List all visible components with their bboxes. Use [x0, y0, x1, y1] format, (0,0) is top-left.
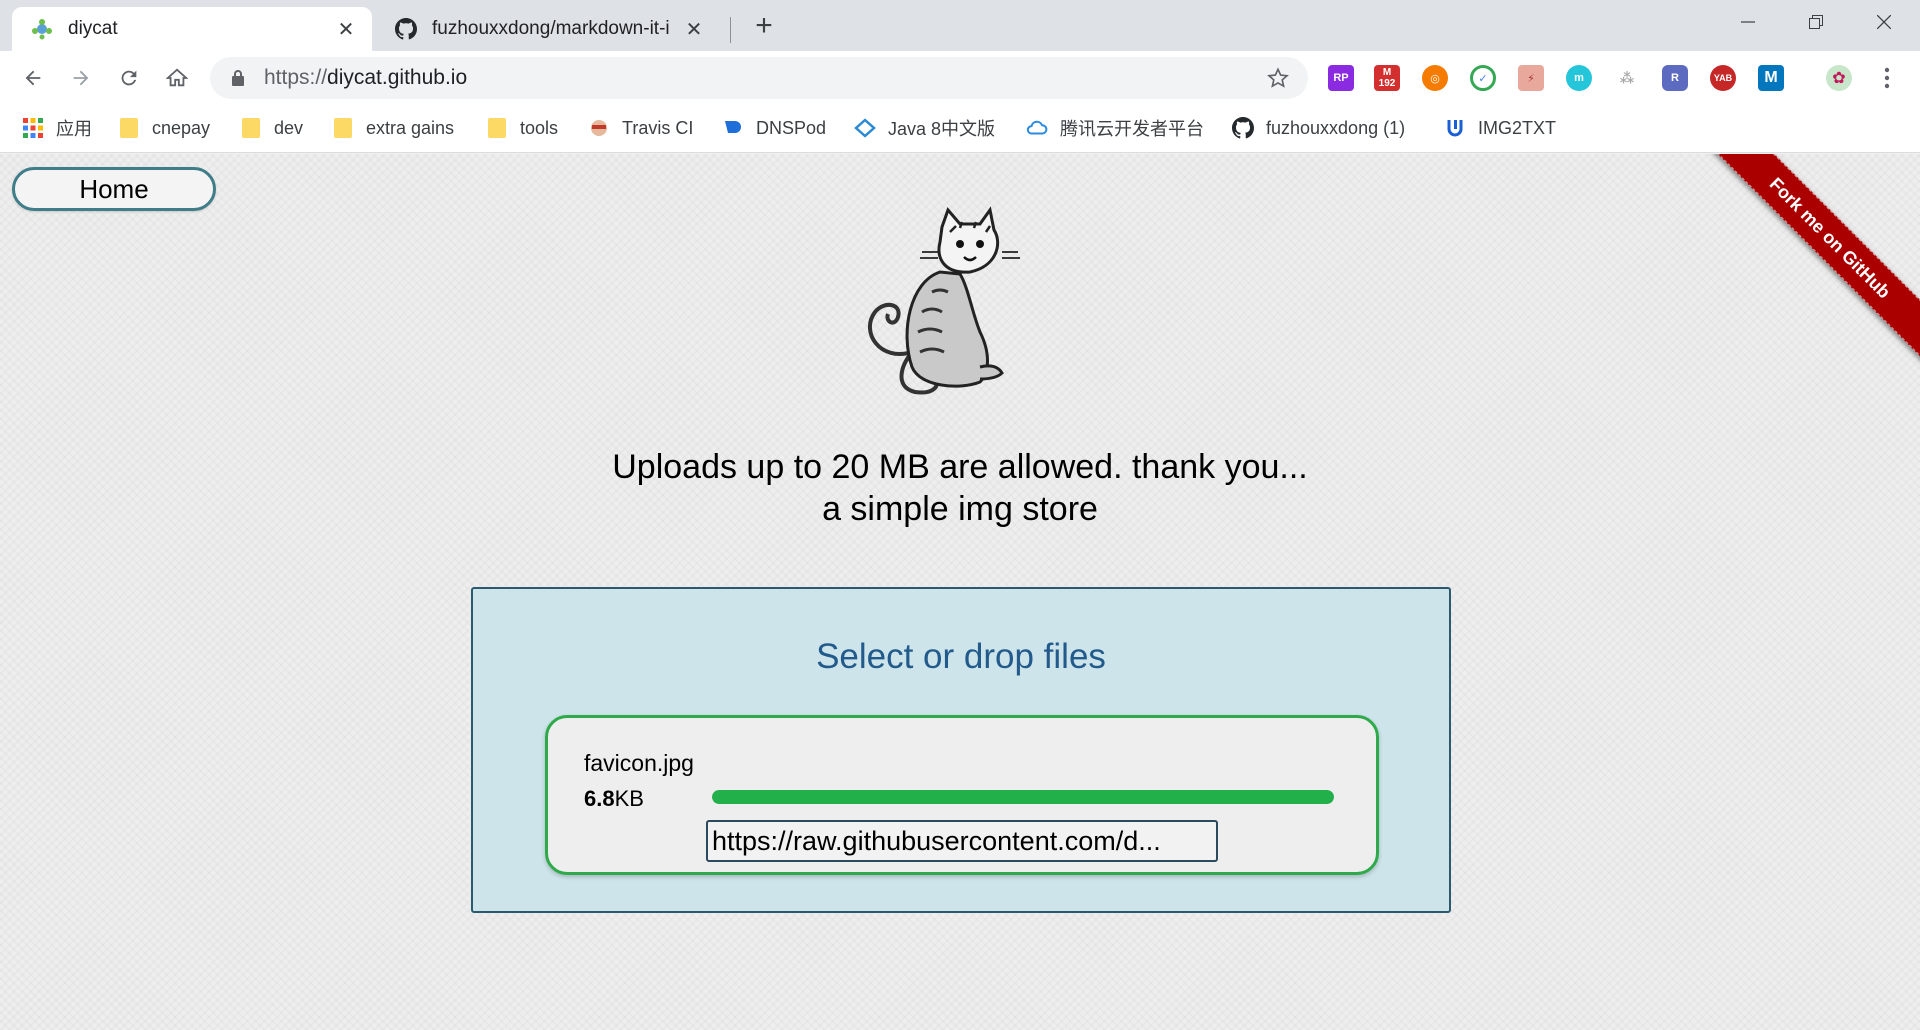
bookmarks-bar: 应用 cnepay dev extra gains tools Travis C… — [0, 105, 1920, 153]
bookmark-cnepay[interactable]: cnepay — [118, 113, 210, 143]
home-button[interactable]: Home — [12, 167, 216, 211]
back-arrow-icon[interactable] — [18, 63, 48, 93]
java-icon — [854, 117, 876, 139]
close-tab-icon[interactable]: ✕ — [334, 17, 358, 41]
url-text[interactable]: https://diycat.github.io — [264, 66, 1264, 90]
gmail-badge: 192 — [1378, 78, 1396, 89]
close-window-icon[interactable] — [1856, 0, 1912, 44]
cat-logo-image — [868, 206, 1020, 395]
rp-extension-icon[interactable]: RP — [1328, 65, 1354, 91]
fork-me-ribbon[interactable]: Fork me on GitHub — [1702, 154, 1920, 366]
close-tab-icon[interactable]: ✕ — [682, 17, 706, 41]
kebab-menu-icon[interactable] — [1872, 63, 1902, 93]
network-extension-icon[interactable]: ⁂ — [1614, 65, 1640, 91]
minimize-icon[interactable] — [1720, 0, 1776, 44]
folder-icon — [332, 117, 354, 139]
cat-favicon-icon — [30, 17, 54, 41]
file-size: 6.8KB — [584, 786, 644, 811]
bookmark-label: 腾讯云开发者平台 — [1060, 119, 1204, 139]
tab-title: diycat — [68, 18, 118, 39]
uploaded-url-field[interactable] — [706, 820, 1218, 862]
tab-diycat[interactable]: diycat ✕ — [12, 7, 372, 51]
apps-grid-icon — [22, 117, 44, 139]
bookmark-label: DNSPod — [756, 117, 827, 138]
bookmark-travis[interactable]: Travis CI — [588, 113, 693, 143]
tab-title: fuzhouxxdong/markdown-it-i — [432, 18, 670, 39]
new-tab-plus-icon[interactable]: + — [748, 9, 780, 42]
lifebuoy-extension-icon[interactable]: ◎ — [1422, 65, 1448, 91]
upload-progress-fill — [712, 790, 1334, 804]
cloud-icon — [1026, 117, 1048, 139]
gmail-extension-icon[interactable]: M 192 — [1374, 65, 1400, 91]
github-icon — [394, 17, 418, 41]
img2txt-icon — [1444, 117, 1466, 139]
bookmark-extra-gains[interactable]: extra gains — [332, 113, 454, 143]
reload-icon[interactable] — [114, 63, 144, 93]
bookmark-dev[interactable]: dev — [240, 113, 303, 143]
upload-progress-bar — [712, 790, 1334, 804]
home-icon[interactable] — [162, 63, 192, 93]
browser-toolbar: https://diycat.github.io RP M 192 ◎ ✓ ⚡ m… — [0, 51, 1920, 105]
m-circle-extension-icon[interactable]: m — [1566, 65, 1592, 91]
m-extension-icon[interactable]: M — [1758, 65, 1784, 91]
travis-icon — [588, 117, 610, 139]
github-icon — [1232, 117, 1254, 139]
bookmark-label: 应用 — [56, 119, 92, 139]
page-content: Home Fork me on GitHub Uploads up to 20 … — [0, 154, 1920, 1030]
restore-icon[interactable] — [1788, 0, 1844, 44]
bookmark-java8[interactable]: Java 8中文版 — [854, 113, 995, 143]
bookmark-img2txt[interactable]: IMG2TXT — [1444, 113, 1556, 143]
bookmark-apps[interactable]: 应用 — [22, 113, 92, 143]
tagline-line-1: Uploads up to 20 MB are allowed. thank y… — [612, 448, 1308, 486]
bookmark-label: Travis CI — [622, 117, 694, 138]
folder-icon — [118, 117, 140, 139]
folder-icon — [240, 117, 262, 139]
chrome-remote-extension-icon[interactable]: ✓ — [1470, 65, 1496, 91]
bookmark-dnspod[interactable]: DNSPod — [722, 113, 826, 143]
tab-github[interactable]: fuzhouxxdong/markdown-it-i ✕ — [376, 7, 720, 51]
uploaded-file-card: favicon.jpg 6.8KB — [545, 715, 1379, 875]
dropzone-title[interactable]: Select or drop files — [473, 637, 1449, 677]
bookmark-label: cnepay — [152, 117, 211, 138]
bookmark-label: IMG2TXT — [1478, 117, 1557, 138]
yab-extension-icon[interactable]: YAB — [1710, 65, 1736, 91]
bookmark-github[interactable]: fuzhouxxdong (1) — [1232, 113, 1405, 143]
forward-arrow-icon[interactable] — [66, 63, 96, 93]
pdf-extension-icon[interactable]: ⚡ — [1518, 65, 1544, 91]
bookmark-tencent-cloud[interactable]: 腾讯云开发者平台 — [1026, 113, 1204, 143]
bookmark-label: tools — [520, 117, 559, 138]
bookmark-label: dev — [274, 117, 304, 138]
tagline: Uploads up to 20 MB are allowed. thank y… — [0, 446, 1920, 530]
tab-strip: diycat ✕ fuzhouxxdong/markdown-it-i ✕ + — [0, 0, 1920, 51]
bookmark-star-icon[interactable] — [1264, 64, 1292, 92]
dnspod-icon — [722, 117, 744, 139]
lock-icon[interactable] — [228, 68, 248, 88]
r-extension-icon[interactable]: R — [1662, 65, 1688, 91]
file-name: favicon.jpg — [584, 750, 694, 776]
file-dropzone[interactable]: Select or drop files favicon.jpg 6.8KB — [471, 587, 1451, 913]
tab-separator — [730, 17, 731, 43]
address-bar[interactable]: https://diycat.github.io — [210, 57, 1308, 99]
bookmark-label: extra gains — [366, 117, 455, 138]
folder-icon — [486, 117, 508, 139]
tagline-line-2: a simple img store — [822, 490, 1098, 528]
bookmark-label: Java 8中文版 — [888, 119, 996, 139]
profile-avatar[interactable]: ✿ — [1826, 65, 1852, 91]
bookmark-label: fuzhouxxdong (1) — [1266, 117, 1406, 138]
bookmark-tools[interactable]: tools — [486, 113, 558, 143]
